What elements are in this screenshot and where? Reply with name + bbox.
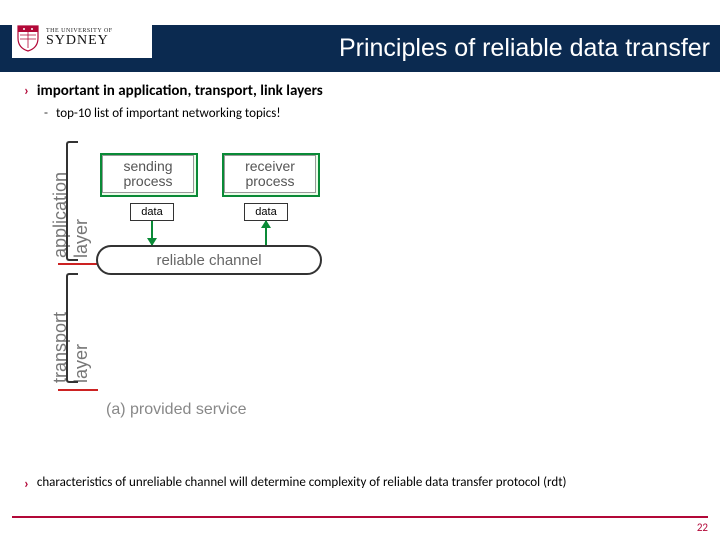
- underline: [58, 263, 98, 265]
- brace-icon: [66, 273, 78, 383]
- data-box-right: data: [244, 203, 288, 221]
- bullet-level2: - top-10 list of important networking to…: [44, 106, 696, 121]
- chevron-icon: ›: [24, 82, 29, 100]
- diagram-caption: (a) provided service: [106, 401, 247, 419]
- logo-bottom-line: SYDNEY: [46, 34, 113, 48]
- slide-title: Principles of reliable data transfer: [339, 34, 710, 63]
- page-number: 22: [697, 521, 708, 534]
- receiver-line1: receiver: [245, 159, 295, 174]
- sending-line2: process: [123, 174, 172, 189]
- reliable-channel-box: reliable channel: [96, 245, 322, 275]
- data-box-left: data: [130, 203, 174, 221]
- bullet-level1: › important in application, transport, l…: [24, 82, 696, 100]
- shield-icon: [16, 24, 40, 52]
- reliable-transfer-diagram: application layer transport layer sendin…: [36, 133, 366, 423]
- bullet2-text: top-10 list of important networking topi…: [56, 106, 281, 121]
- brace-icon: [66, 141, 78, 261]
- footer-divider: [12, 516, 708, 518]
- slide-header: THE UNIVERSITY OF SYDNEY Principles of r…: [0, 0, 720, 72]
- bullet3-text: characteristics of unreliable channel wi…: [37, 475, 567, 492]
- slide-content: › important in application, transport, l…: [0, 72, 720, 423]
- arrow-down-icon: [151, 221, 153, 245]
- university-logo: THE UNIVERSITY OF SYDNEY: [12, 18, 152, 58]
- sending-line1: sending: [123, 159, 172, 174]
- bullet1-text: important in application, transport, lin…: [37, 82, 323, 100]
- receiver-process-box: receiver process: [222, 153, 320, 197]
- bullet-level1: › characteristics of unreliable channel …: [24, 475, 696, 492]
- chevron-icon: ›: [24, 475, 29, 492]
- arrow-up-icon: [265, 221, 267, 245]
- underline: [58, 389, 98, 391]
- dash-icon: -: [44, 106, 48, 121]
- receiver-line2: process: [245, 174, 294, 189]
- sending-process-box: sending process: [100, 153, 198, 197]
